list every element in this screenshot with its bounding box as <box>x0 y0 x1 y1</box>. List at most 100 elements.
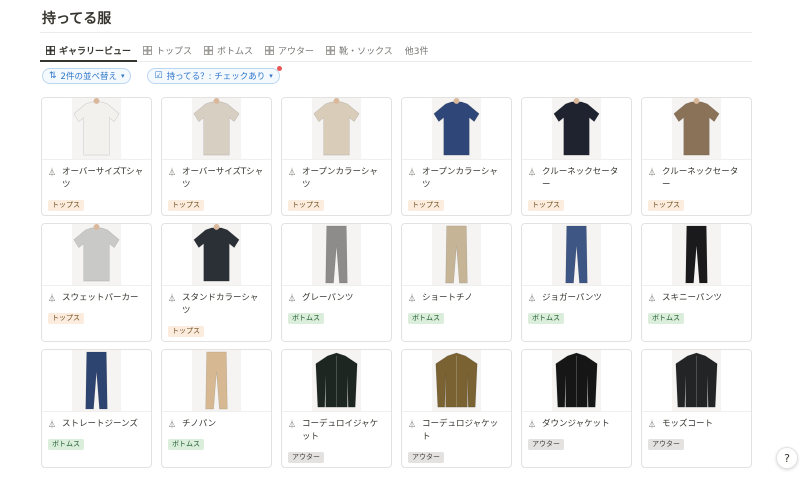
hanger-icon: ⏃ <box>528 294 536 303</box>
garment-photo <box>642 350 751 412</box>
card-name: オープンカラーシャツ <box>422 167 498 190</box>
card-title: ⏃ オープンカラーシャツ <box>282 160 391 192</box>
card-name: ショートチノ <box>422 293 473 303</box>
filter-owned-button[interactable]: ☑ 持ってる？: チェックあり ▾ <box>147 66 282 84</box>
hanger-icon: ⏃ <box>528 168 536 177</box>
category-tag: トップス <box>168 326 204 337</box>
tab-label: ギャラリービュー <box>59 46 132 57</box>
card-name: ジョガーパンツ <box>542 293 602 303</box>
category-tag: トップス <box>288 200 324 211</box>
card-title: ⏃ オーバーサイズTシャツ <box>42 160 151 192</box>
card-name: スタンドカラーシャツ <box>182 293 259 316</box>
more-views-button[interactable]: 他3件 <box>399 40 435 60</box>
category-tag: アウター <box>288 452 324 463</box>
card-name: オーバーサイズTシャツ <box>182 167 264 190</box>
checkbox-icon: ☑ <box>154 71 163 81</box>
chevron-down-icon: ▾ <box>269 72 273 80</box>
gallery-card[interactable]: ⏃ グレーパンツ ボトムス <box>281 223 392 342</box>
category-tag: トップス <box>48 200 84 211</box>
category-tag: アウター <box>528 439 564 450</box>
card-name: スキニーパンツ <box>662 293 722 303</box>
sort-button[interactable]: ⇅ 2件の並べ替え ▾ <box>42 68 132 84</box>
card-title: ⏃ クルーネックセーター <box>522 160 631 192</box>
gallery-grid: ⏃ オーバーサイズTシャツ トップス ⏃ オーバーサイズTシャツ トップス ⏃ オープンカラー… <box>41 97 752 468</box>
gallery-card[interactable]: ⏃ スタンドカラーシャツトップス <box>161 223 272 342</box>
tab-shoes-socks[interactable]: 靴・ソックス <box>320 40 399 60</box>
gallery-card[interactable]: ⏃ ストレートジーンズボトムス <box>41 349 152 468</box>
gallery-icon <box>46 45 55 55</box>
category-tag: アウター <box>648 439 684 450</box>
tab-gallery-view[interactable]: ギャラリービュー <box>40 40 138 62</box>
card-name: コーデュロジャケット <box>422 419 499 442</box>
garment-photo <box>162 224 271 286</box>
gallery-card[interactable]: ⏃ オープンカラーシャツトップス <box>281 97 392 216</box>
card-title: ⏃ ストレートジーンズ <box>42 412 151 431</box>
card-name: コーデュロイジャケット <box>302 419 379 442</box>
card-name: オーバーサイズTシャツ <box>62 167 144 190</box>
card-title: ⏃ コーデュロイジャケット <box>282 412 391 444</box>
gallery-card[interactable]: ⏃ オーバーサイズTシャツトップス <box>41 97 152 216</box>
gallery-card[interactable]: ⏃ ダウンジャケットアウター <box>521 349 632 468</box>
card-name: クルーネックセーター <box>542 167 619 190</box>
category-tag: トップス <box>168 200 204 211</box>
gallery-card[interactable]: ⏃ クルーネックセーター トップス <box>521 97 632 216</box>
gallery-card[interactable]: ⏃ コーデュロジャケット アウター <box>401 349 512 468</box>
hanger-icon: ⏃ <box>648 420 656 429</box>
tab-label: ボトムス <box>217 46 254 57</box>
tab-bottoms[interactable]: ボトムス <box>198 40 259 60</box>
gallery-card[interactable]: ⏃ クルーネックセータートップス <box>641 97 752 216</box>
garment-photo <box>162 98 271 160</box>
gallery-card[interactable]: ⏃ オープンカラーシャツトップス <box>401 97 512 216</box>
garment-photo <box>522 350 631 412</box>
card-name: クルーネックセーター <box>662 167 739 190</box>
chevron-down-icon: ▾ <box>120 72 125 80</box>
hanger-icon: ⏃ <box>408 420 416 429</box>
hanger-icon: ⏃ <box>528 420 536 429</box>
category-tag: トップス <box>48 313 84 324</box>
hanger-icon: ⏃ <box>168 168 176 177</box>
tab-label: トップス <box>156 46 193 57</box>
card-title: ⏃ ショートチノ <box>402 286 511 305</box>
card-title: ⏃ チノパン <box>162 412 271 431</box>
gallery-card[interactable]: ⏃ スキニーパンツ ボトムス <box>641 223 752 342</box>
hanger-icon: ⏃ <box>648 294 656 303</box>
gallery-card[interactable]: ⏃ ショートチノ ボトムス <box>401 223 512 342</box>
gallery-icon <box>326 45 336 55</box>
card-title: ⏃ スウェットパーカー <box>42 286 151 305</box>
category-tag: ボトムス <box>48 439 84 450</box>
card-name: グレーパンツ <box>302 293 354 303</box>
card-title: ⏃ オープンカラーシャツ <box>402 160 511 192</box>
category-tag: トップス <box>408 200 444 211</box>
help-button[interactable]: ? <box>776 447 798 469</box>
gallery-card[interactable]: ⏃ スウェットパーカートップス <box>41 223 152 342</box>
garment-photo <box>282 224 391 286</box>
hanger-icon: ⏃ <box>48 420 56 429</box>
card-title: ⏃ ダウンジャケット <box>522 412 631 431</box>
tab-tops[interactable]: トップス <box>137 40 198 60</box>
card-title: ⏃ クルーネックセーター <box>642 160 751 192</box>
hanger-icon: ⏃ <box>168 294 176 303</box>
garment-photo <box>162 350 271 412</box>
gallery-card[interactable]: ⏃ チノパン ボトムス <box>161 349 272 468</box>
category-tag: トップス <box>648 200 684 211</box>
gallery-icon <box>204 45 214 55</box>
hanger-icon: ⏃ <box>168 420 176 429</box>
garment-photo <box>42 224 151 286</box>
card-title: ⏃ ジョガーパンツ <box>522 286 631 305</box>
hanger-icon: ⏃ <box>48 294 56 303</box>
garment-photo <box>522 98 631 160</box>
gallery-card[interactable]: ⏃ モッズコート アウター <box>641 349 752 468</box>
card-name: オープンカラーシャツ <box>302 167 378 190</box>
card-title: ⏃ オーバーサイズTシャツ <box>162 160 271 192</box>
gallery-card[interactable]: ⏃ オーバーサイズTシャツトップス <box>161 97 272 216</box>
card-name: チノパン <box>182 419 217 429</box>
hanger-icon: ⏃ <box>288 294 296 303</box>
tab-outer[interactable]: アウター <box>259 40 320 60</box>
gallery-card[interactable]: ⏃ コーデュロイジャケットアウター <box>281 349 392 468</box>
gallery-card[interactable]: ⏃ ジョガーパンツ ボトムス <box>521 223 632 342</box>
garment-photo <box>282 350 391 412</box>
gallery-icon <box>265 45 275 55</box>
garment-photo <box>42 98 151 160</box>
tab-label: 靴・ソックス <box>339 46 393 57</box>
garment-photo <box>642 224 751 286</box>
